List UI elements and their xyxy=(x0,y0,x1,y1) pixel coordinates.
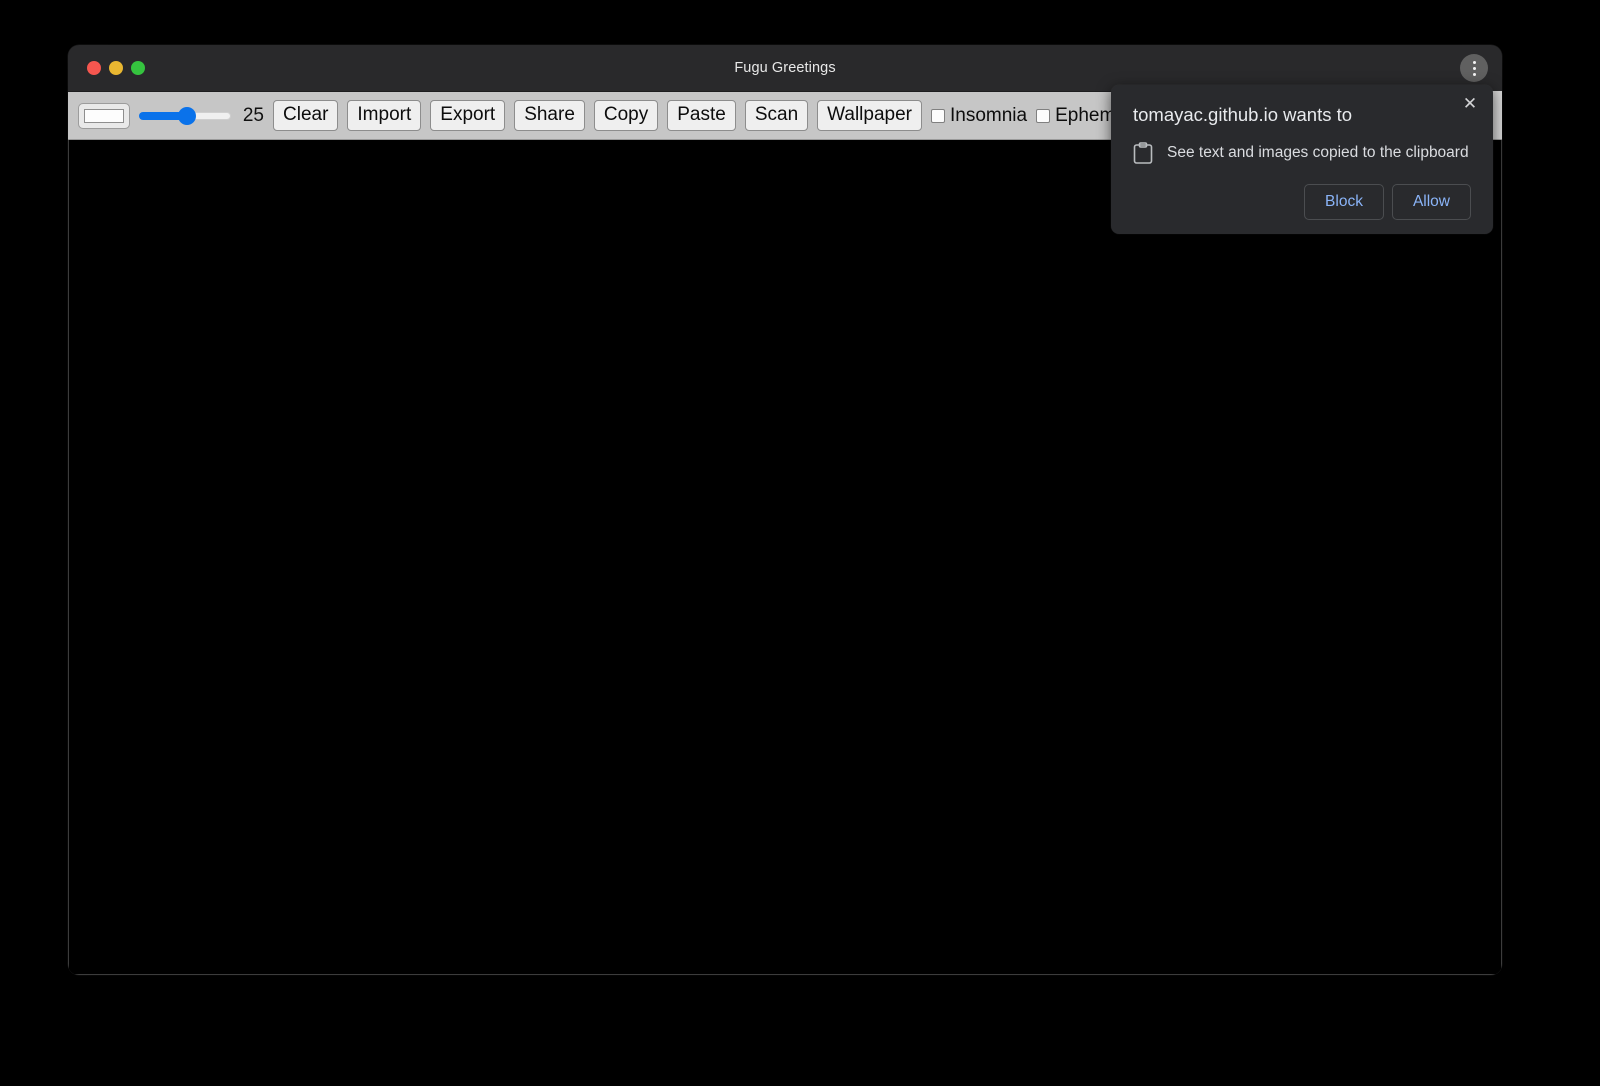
scan-button[interactable]: Scan xyxy=(745,100,808,131)
permission-dialog-actions: Block Allow xyxy=(1133,184,1471,220)
paste-button[interactable]: Paste xyxy=(667,100,736,131)
block-button[interactable]: Block xyxy=(1304,184,1384,220)
drawing-canvas[interactable] xyxy=(68,140,1502,975)
permission-detail-row: See text and images copied to the clipbo… xyxy=(1133,142,1471,164)
three-dots-vertical-icon[interactable] xyxy=(1460,54,1488,82)
line-width-value: 25 xyxy=(240,106,264,125)
insomnia-checkbox-box[interactable] xyxy=(931,109,945,123)
slider-thumb[interactable] xyxy=(178,107,196,125)
close-icon[interactable]: ✕ xyxy=(1459,93,1481,115)
wallpaper-button[interactable]: Wallpaper xyxy=(817,100,922,131)
page-title: Fugu Greetings xyxy=(68,60,1502,76)
insomnia-checkbox[interactable]: Insomnia xyxy=(931,106,1027,125)
clipboard-permission-dialog: ✕ tomayac.github.io wants to See text an… xyxy=(1111,85,1493,234)
export-button[interactable]: Export xyxy=(430,100,505,131)
share-button[interactable]: Share xyxy=(514,100,585,131)
insomnia-checkbox-label: Insomnia xyxy=(950,106,1027,125)
close-window-button[interactable] xyxy=(87,61,101,75)
ephemeral-checkbox-box[interactable] xyxy=(1036,109,1050,123)
import-button[interactable]: Import xyxy=(347,100,421,131)
color-picker-input[interactable] xyxy=(78,103,130,129)
copy-button[interactable]: Copy xyxy=(594,100,658,131)
color-swatch-preview xyxy=(84,109,124,123)
traffic-light-group xyxy=(87,45,145,91)
allow-button[interactable]: Allow xyxy=(1392,184,1471,220)
desktop-background: Fugu Greetings 25 Clear Import Export Sh… xyxy=(0,0,1600,1086)
permission-dialog-title: tomayac.github.io wants to xyxy=(1133,103,1471,126)
clipboard-icon xyxy=(1133,142,1153,164)
permission-dialog-detail: See text and images copied to the clipbo… xyxy=(1167,143,1469,163)
clear-button[interactable]: Clear xyxy=(273,100,338,131)
line-width-slider[interactable] xyxy=(139,105,231,127)
minimize-window-button[interactable] xyxy=(109,61,123,75)
maximize-window-button[interactable] xyxy=(131,61,145,75)
